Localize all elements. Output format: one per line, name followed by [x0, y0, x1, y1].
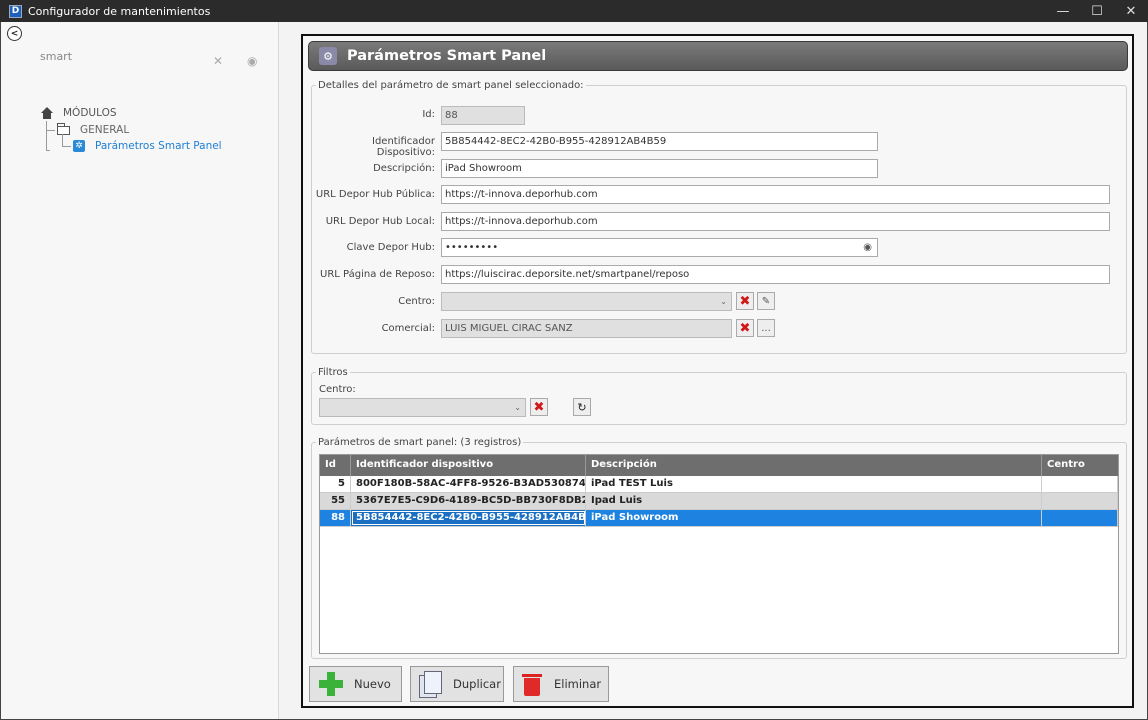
parameters-table: Id Identificador dispositivo Descripción… — [319, 454, 1119, 654]
cell-centro — [1042, 493, 1118, 509]
edit-centro-icon[interactable]: ✎ — [757, 292, 775, 310]
settings-panel-icon: ⚙ — [319, 47, 337, 65]
cell-centro — [1042, 510, 1118, 526]
duplicate-icon — [419, 671, 442, 698]
cell-desc: iPad Showroom — [586, 510, 1042, 526]
close-button[interactable]: ✕ — [1114, 0, 1148, 22]
app-icon: D — [9, 4, 22, 18]
cell-desc: iPad TEST Luis — [586, 476, 1042, 492]
refresh-icon[interactable]: ↻ — [573, 398, 591, 416]
table-row-selected[interactable]: 88 5B854442-8EC2-42B0-B955-428912AB4B59 … — [320, 510, 1118, 527]
table-legend: Parámetros de smart panel: (3 registros) — [318, 437, 522, 448]
plus-icon — [318, 671, 344, 697]
main-panel: ⚙ Parámetros Smart Panel Detalles del pa… — [301, 34, 1134, 708]
cell-centro — [1042, 476, 1118, 492]
centro-label: Centro: — [398, 296, 435, 307]
table-header: Id Identificador dispositivo Descripción… — [320, 455, 1118, 476]
table-row[interactable]: 5 800F180B-58AC-4FF8-9526-B3AD53087475 i… — [320, 476, 1118, 493]
comercial-label: Comercial: — [381, 323, 435, 334]
clear-comercial-button[interactable]: ✖ — [736, 319, 754, 337]
delete-button[interactable]: Eliminar — [513, 666, 609, 702]
filters-legend: Filtros — [318, 367, 348, 378]
rest-url-field[interactable]: https://luiscirac.deporsite.net/smartpan… — [441, 265, 1110, 284]
column-header-ident[interactable]: Identificador dispositivo — [351, 455, 586, 476]
description-label: Descripción: — [373, 163, 435, 174]
back-arrow-icon[interactable]: < — [7, 26, 22, 41]
rest-url-label: URL Página de Reposo: — [320, 269, 435, 280]
cell-ident: 5B854442-8EC2-42B0-B955-428912AB4B59 — [351, 510, 586, 526]
tree-group-general[interactable]: GENERAL — [57, 122, 130, 136]
url-local-label: URL Depor Hub Local: — [325, 216, 435, 227]
folder-icon — [57, 122, 70, 135]
search-input[interactable] — [40, 48, 208, 64]
tree-item-smart-panel[interactable]: ✲ Parámetros Smart Panel — [73, 140, 222, 152]
tree-connector — [46, 130, 55, 131]
table-row[interactable]: 55 5367E7E5-C9D6-4189-BC5D-BB730F8DB2B9 … — [320, 493, 1118, 510]
eye-icon[interactable]: ◉ — [863, 241, 872, 255]
trash-icon — [522, 671, 542, 697]
id-field: 88 — [441, 106, 525, 125]
device-id-field[interactable]: 5B854442-8EC2-42B0-B955-428912AB4B59 — [441, 132, 878, 151]
delete-label: Eliminar — [554, 677, 602, 691]
minimize-button[interactable]: — — [1046, 0, 1080, 22]
tree-item-label: Parámetros Smart Panel — [95, 140, 222, 152]
centro-select[interactable]: ⌄ — [441, 292, 732, 311]
cell-id: 55 — [320, 493, 351, 509]
filter-centro-select[interactable]: ⌄ — [319, 398, 526, 417]
tree-connector — [62, 134, 63, 146]
cell-ident: 800F180B-58AC-4FF8-9526-B3AD53087475 — [351, 476, 586, 492]
chevron-down-icon: ⌄ — [720, 297, 727, 306]
tree-connector — [46, 150, 50, 151]
panel-header: ⚙ Parámetros Smart Panel — [308, 41, 1128, 71]
clear-search-icon[interactable]: ✕ — [213, 54, 223, 68]
column-header-id[interactable]: Id — [320, 455, 351, 476]
tree-connector — [46, 121, 47, 151]
password-field[interactable]: ••••••••• ◉ — [441, 238, 878, 257]
password-value: ••••••••• — [445, 242, 499, 253]
url-public-label: URL Depor Hub Pública: — [315, 189, 435, 200]
url-public-field[interactable]: https://t-innova.deporhub.com — [441, 185, 1110, 204]
duplicate-button[interactable]: Duplicar — [410, 666, 504, 702]
browse-comercial-button[interactable]: ... — [757, 319, 775, 337]
chevron-down-icon: ⌄ — [514, 403, 521, 412]
cell-desc: Ipad Luis — [586, 493, 1042, 509]
id-label: Id: — [422, 109, 435, 120]
tree-root-modulos[interactable]: MÓDULOS — [41, 107, 117, 119]
clear-filter-button[interactable]: ✖ — [530, 398, 548, 416]
cell-ident: 5367E7E5-C9D6-4189-BC5D-BB730F8DB2B9 — [351, 493, 586, 509]
settings-icon: ✲ — [73, 140, 85, 152]
title-bar: D Configurador de mantenimientos — ☐ ✕ — [0, 0, 1148, 22]
column-header-desc[interactable]: Descripción — [586, 455, 1042, 476]
eye-icon[interactable]: ◉ — [247, 54, 257, 68]
comercial-field[interactable]: LUIS MIGUEL CIRAC SANZ — [441, 319, 732, 338]
page-title: Parámetros Smart Panel — [347, 48, 547, 64]
device-id-label: Identificador Dispositivo: — [372, 136, 435, 158]
details-legend: Detalles del parámetro de smart panel se… — [318, 80, 584, 91]
key-label: Clave Depor Hub: — [346, 242, 435, 253]
column-header-centro[interactable]: Centro — [1042, 455, 1118, 476]
new-button[interactable]: Nuevo — [309, 666, 402, 702]
tree-connector — [62, 146, 71, 147]
description-field[interactable]: iPad Showroom — [441, 159, 878, 178]
duplicate-label: Duplicar — [453, 677, 501, 691]
cell-id: 5 — [320, 476, 351, 492]
filter-centro-label: Centro: — [319, 384, 356, 395]
tree-group-label: GENERAL — [80, 124, 130, 136]
sidebar — [1, 22, 279, 719]
new-label: Nuevo — [354, 677, 391, 691]
maximize-button[interactable]: ☐ — [1080, 0, 1114, 22]
clear-centro-button[interactable]: ✖ — [736, 292, 754, 310]
cell-id: 88 — [320, 510, 351, 526]
url-local-field[interactable]: https://t-innova.deporhub.com — [441, 212, 1110, 231]
window-title: Configurador de mantenimientos — [28, 4, 211, 18]
tree-root-label: MÓDULOS — [63, 107, 117, 119]
home-icon — [41, 107, 53, 119]
